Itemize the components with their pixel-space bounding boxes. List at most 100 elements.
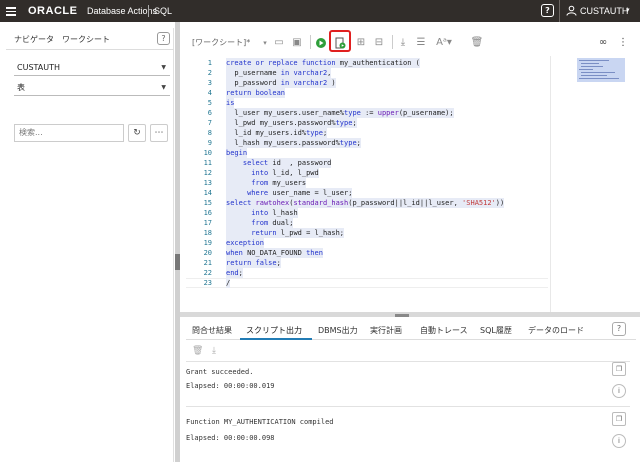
code-line: into l_hash xyxy=(226,208,298,218)
code-line: begin xyxy=(226,148,248,158)
code-line: p_username in varchar2, xyxy=(226,68,332,78)
code-line: from my_users xyxy=(226,178,307,188)
line-number: 17 xyxy=(203,219,212,227)
line-number: 1 xyxy=(207,59,212,67)
output-separator xyxy=(186,361,630,362)
code-line: return l_pwd = l_hash; xyxy=(226,228,345,238)
line-number: 6 xyxy=(207,109,212,117)
save-icon[interactable]: ▣ xyxy=(290,36,304,50)
schema-select[interactable]: CUSTAUTH ▼ xyxy=(14,60,170,76)
tab-explain-plan[interactable]: 実行計画 xyxy=(370,325,402,336)
hamburger-menu-icon[interactable] xyxy=(6,5,16,17)
info-icon[interactable]: i xyxy=(612,434,626,448)
tab-dbms-output[interactable]: DBMS出力 xyxy=(318,325,358,336)
refresh-button[interactable]: ↻ xyxy=(128,124,146,142)
open-folder-icon[interactable]: ▭ xyxy=(272,36,286,50)
code-line: l_user my_users.user_name%type := upper(… xyxy=(226,108,454,118)
code-line: create or replace function my_authentica… xyxy=(226,58,420,68)
vertical-splitter[interactable] xyxy=(175,22,180,462)
code-line: select rawtohex(standard_hash(p_password… xyxy=(226,198,505,208)
user-menu-button[interactable]: CUSTAUTH xyxy=(580,6,628,16)
tab-worksheets[interactable]: ワークシート xyxy=(62,34,110,45)
download-icon[interactable]: ⤓ xyxy=(212,346,216,356)
tab-script-output[interactable]: スクリプト出力 xyxy=(246,325,302,336)
kebab-icon[interactable]: ⋮ xyxy=(616,36,630,50)
oracle-logo: ORACLE xyxy=(28,5,78,17)
object-type-select[interactable]: 表 ▼ xyxy=(14,80,170,96)
code-area[interactable]: create or replace function my_authentica… xyxy=(226,58,561,288)
tab-query-result[interactable]: 問合せ結果 xyxy=(192,325,232,336)
line-number: 2 xyxy=(207,69,212,77)
tab-sql-history[interactable]: SQL履歴 xyxy=(480,325,512,336)
code-line: / xyxy=(226,278,231,288)
line-number-gutter: 1 2 3 4 5 6 7 8 9 10 11 12 13 14 15 16 17 18 19 20 21 22 23 xyxy=(186,58,214,288)
trash-icon[interactable]: 🗑 xyxy=(470,36,484,50)
minimap-line xyxy=(581,66,603,67)
copy-icon[interactable]: ❐ xyxy=(612,412,626,426)
binoculars-icon[interactable]: ∞ xyxy=(596,36,610,50)
active-tab-indicator xyxy=(240,338,312,340)
more-options-button[interactable]: ⋯ xyxy=(150,124,168,142)
splitter-grip[interactable] xyxy=(395,314,409,317)
copy-icon[interactable]: ❐ xyxy=(612,362,626,376)
toolbar-separator xyxy=(392,35,393,49)
line-number: 7 xyxy=(207,119,212,127)
tab-autotrace[interactable]: 自動トレース xyxy=(420,325,468,336)
search-input[interactable]: 検索... xyxy=(14,124,124,142)
minimap[interactable] xyxy=(550,56,636,312)
left-help-button[interactable]: ? xyxy=(157,32,170,45)
line-number: 5 xyxy=(207,99,212,107)
code-line: from dual; xyxy=(226,218,294,228)
format-icon[interactable]: ☰ xyxy=(414,36,428,50)
header-divider xyxy=(559,0,560,22)
left-tabs: ナビゲータ ワークシート ? xyxy=(6,28,174,50)
output-elapsed: Elapsed: 00:00:00.098 xyxy=(186,434,275,442)
output-help-button[interactable]: ? xyxy=(612,322,626,336)
chevron-down-icon: ▼ xyxy=(161,84,166,91)
line-number: 9 xyxy=(207,139,212,147)
chevron-down-icon[interactable]: ▾ xyxy=(626,6,630,14)
trash-icon[interactable]: 🗑 xyxy=(192,346,203,356)
output-message: Function MY_AUTHENTICATION compiled xyxy=(186,418,334,426)
code-line: p_password in varchar2 ) xyxy=(226,78,336,88)
code-line: when NO_DATA_FOUND then xyxy=(226,248,323,258)
line-number: 11 xyxy=(203,159,212,167)
editor-toolbar: [ワークシート]* ▾ ▭ ▣ ⊞ ⊟ ⤓ ☰ Aᵃ▾ 🗑 ∞ ⋮ xyxy=(186,30,636,52)
minimap-line xyxy=(581,63,599,64)
code-line: where user_name = l_user; xyxy=(226,188,353,198)
line-number: 10 xyxy=(203,149,212,157)
minimap-line xyxy=(581,75,607,76)
line-number: 3 xyxy=(207,79,212,87)
toolbar-separator xyxy=(310,35,311,49)
line-number: 18 xyxy=(203,229,212,237)
header-help-button[interactable]: ? xyxy=(541,4,554,17)
navigator-panel: ナビゲータ ワークシート ? CUSTAUTH ▼ 表 ▼ 検索... ↻ ⋯ xyxy=(6,28,174,462)
code-line: return boolean xyxy=(226,88,286,98)
code-line: return false; xyxy=(226,258,281,268)
tab-data-load[interactable]: データのロード xyxy=(528,325,584,336)
worksheet-name[interactable]: [ワークシート]* xyxy=(192,37,250,48)
explain-plan-icon[interactable]: ⊞ xyxy=(354,36,368,50)
code-line: into l_id, l_pwd xyxy=(226,168,319,178)
text-case-icon[interactable]: Aᵃ▾ xyxy=(434,36,454,50)
chevron-down-icon[interactable]: ▾ xyxy=(258,36,272,50)
autotrace-icon[interactable]: ⊟ xyxy=(372,36,386,50)
search-placeholder: 検索... xyxy=(19,128,43,137)
code-editor[interactable]: 1 2 3 4 5 6 7 8 9 10 11 12 13 14 15 16 17 18 19 20 21 22 23 cr… xyxy=(186,56,636,312)
play-icon[interactable] xyxy=(314,36,328,50)
code-line: is xyxy=(226,98,235,108)
output-tabs: 問合せ結果 スクリプト出力 DBMS出力 実行計画 自動トレース SQL履歴 デ… xyxy=(186,318,636,340)
schema-select-value: CUSTAUTH xyxy=(17,63,61,72)
code-line: exception xyxy=(226,238,264,248)
download-icon[interactable]: ⤓ xyxy=(396,36,410,50)
horizontal-splitter[interactable] xyxy=(180,312,640,317)
highlight-box xyxy=(329,30,351,52)
user-icon[interactable] xyxy=(566,5,577,16)
minimap-line xyxy=(579,60,609,61)
splitter-grip[interactable] xyxy=(175,254,180,270)
line-number: 21 xyxy=(203,259,212,267)
info-icon[interactable]: i xyxy=(612,384,626,398)
minimap-line xyxy=(579,78,619,79)
tab-navigator[interactable]: ナビゲータ xyxy=(14,34,54,45)
module-name: SQL xyxy=(154,6,173,16)
